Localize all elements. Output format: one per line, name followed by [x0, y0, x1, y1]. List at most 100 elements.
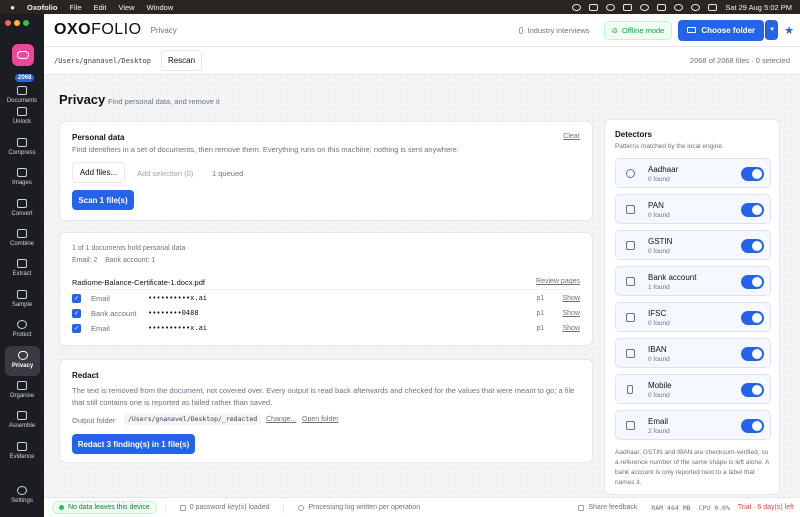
review-pages-link[interactable]: Review pages [536, 278, 580, 285]
detector-bank-account: Bank account 1 found [615, 266, 771, 296]
zoom-window-icon[interactable] [23, 20, 29, 26]
feedback-label: Share feedback [588, 504, 638, 511]
cloud-icon[interactable] [589, 3, 599, 11]
detector-toggle[interactable] [741, 347, 764, 361]
shield-check-icon [298, 504, 305, 511]
battery-icon[interactable] [657, 3, 667, 11]
sidebar-item-assemble[interactable]: Assemble [0, 411, 44, 429]
detector-count: 1 found [648, 284, 670, 291]
show-finding-link[interactable]: Show [562, 310, 580, 317]
detector-toggle[interactable] [741, 167, 764, 181]
scan-button[interactable]: Scan 1 file(s) [72, 190, 134, 210]
sidebar-item-organise[interactable]: Organise [0, 381, 44, 399]
menu-window[interactable]: Window [147, 3, 174, 12]
grid-icon [17, 381, 27, 390]
detector-toggle[interactable] [741, 203, 764, 217]
detectors-subtitle: Patterns matched by the local engine. [615, 143, 724, 150]
minimize-window-icon[interactable] [14, 20, 20, 26]
assemble-icon [17, 411, 27, 420]
menu-app[interactable]: Oxofolio [27, 3, 57, 12]
brand-oxo: OXO [54, 21, 92, 38]
sidebar-item-combine[interactable]: Combine [0, 229, 44, 247]
menu-view[interactable]: View [118, 3, 134, 12]
result-file-name: Radiome-Balance-Certificate-1.docx.pdf [72, 278, 205, 287]
sidebar: 2068 Documents Unlock Compress Images Co… [0, 14, 44, 517]
show-finding-link[interactable]: Show [562, 325, 580, 332]
add-selection-button[interactable]: Add selection (0) [137, 169, 193, 178]
detector-name: GSTIN [648, 237, 673, 246]
apple-icon[interactable]: ● [8, 3, 17, 12]
sidebar-item-images[interactable]: Images [0, 168, 44, 186]
selection-info: 2068 of 2068 files · 0 selected [689, 56, 790, 65]
change-output-link[interactable]: Change... [266, 416, 296, 423]
industry-interviews-button[interactable]: Industry interviews [518, 26, 590, 35]
wifi-off-icon: ⊘ [611, 25, 618, 35]
detector-toggle[interactable] [741, 419, 764, 433]
redact-title: Redact [72, 371, 99, 380]
offline-mode-toggle[interactable]: ⊘ Offline mode [603, 20, 673, 40]
detector-name: IBAN [648, 345, 667, 354]
finding-checkbox[interactable]: ✓ [72, 293, 81, 303]
headphones-icon[interactable] [606, 3, 616, 11]
wifi-icon[interactable] [674, 3, 684, 11]
detector-count: 0 found [648, 176, 670, 183]
redact-button[interactable]: Redact 3 finding(s) in 1 file(s) [72, 434, 195, 454]
sidebar-item-protect[interactable]: Protect [0, 320, 44, 338]
choose-folder-dropdown[interactable]: ▼ [765, 20, 779, 40]
close-window-icon[interactable] [5, 20, 11, 26]
show-finding-link[interactable]: Show [562, 295, 580, 302]
detector-pan: PAN 0 found [615, 194, 771, 224]
rescan-button[interactable]: Rescan [160, 50, 203, 71]
detector-count: 0 found [648, 248, 670, 255]
finding-row: ✓ Email ••••••••••x.ai p1 Show [72, 291, 580, 305]
finding-value: ••••••••••x.ai [148, 324, 208, 332]
sidebar-item-documents[interactable]: Documents [0, 86, 44, 104]
detector-count: 0 found [648, 320, 670, 327]
share-feedback-button[interactable]: Share feedback [572, 502, 643, 513]
detectors-note: Aadhaar, GSTIN and IBAN are checksum-ver… [615, 449, 769, 486]
sidebar-label: Extract [12, 271, 32, 277]
sidebar-label: Protect [12, 332, 32, 338]
sample-icon [17, 290, 27, 299]
results-counts: Email: 2 Bank account: 1 [72, 257, 156, 264]
finding-checkbox[interactable]: ✓ [72, 323, 81, 333]
play-icon[interactable] [623, 3, 633, 11]
app-header: OXOFOLIO Privacy Industry interviews ⊘ Of… [44, 14, 800, 47]
sidebar-item-convert[interactable]: Convert [0, 199, 44, 217]
spotlight-search-icon[interactable] [691, 3, 701, 11]
status-icon[interactable] [572, 3, 582, 11]
iban-card-icon [626, 349, 635, 358]
control-center-icon[interactable] [708, 3, 718, 11]
detector-toggle[interactable] [741, 311, 764, 325]
record-icon[interactable] [640, 3, 650, 11]
menu-datetime[interactable]: Sat 29 Aug 5:02 PM [725, 3, 792, 12]
detector-toggle[interactable] [741, 239, 764, 253]
trial-status[interactable]: Trial · 6 day(s) left [738, 504, 794, 511]
detector-toggle[interactable] [741, 275, 764, 289]
sidebar-item-settings[interactable]: Settings [0, 486, 44, 504]
choose-folder-button[interactable]: Choose folder [678, 19, 765, 41]
sidebar-label: Privacy [11, 363, 34, 369]
sidebar-item-unlock[interactable]: Unlock [0, 107, 44, 125]
detector-toggle[interactable] [741, 383, 764, 397]
clear-link[interactable]: Clear [563, 133, 580, 140]
menu-edit[interactable]: Edit [94, 3, 107, 12]
finding-checkbox[interactable]: ✓ [72, 308, 81, 318]
add-files-button[interactable]: Add files... [72, 162, 125, 183]
main-content: Privacy Find personal data, and remove i… [44, 75, 800, 497]
sidebar-item-privacy[interactable]: Privacy [5, 346, 40, 376]
open-folder-link[interactable]: Open folder [302, 416, 339, 423]
documents-icon [17, 86, 27, 95]
sidebar-item-compress[interactable]: Compress [0, 138, 44, 156]
menu-file[interactable]: File [69, 3, 81, 12]
sidebar-item-extract[interactable]: Extract [0, 259, 44, 277]
ram-usage: RAM 464 MB [651, 503, 691, 512]
gear-icon [17, 486, 27, 495]
app-logo[interactable] [12, 44, 34, 66]
sidebar-item-evidence[interactable]: Evidence [0, 442, 44, 460]
detector-count: 2 found [648, 428, 670, 435]
favorite-star-icon[interactable]: ★ [784, 24, 794, 37]
sidebar-item-sample[interactable]: Sample [0, 290, 44, 308]
globe-icon [17, 320, 27, 329]
choose-label: Choose folder [701, 25, 756, 35]
